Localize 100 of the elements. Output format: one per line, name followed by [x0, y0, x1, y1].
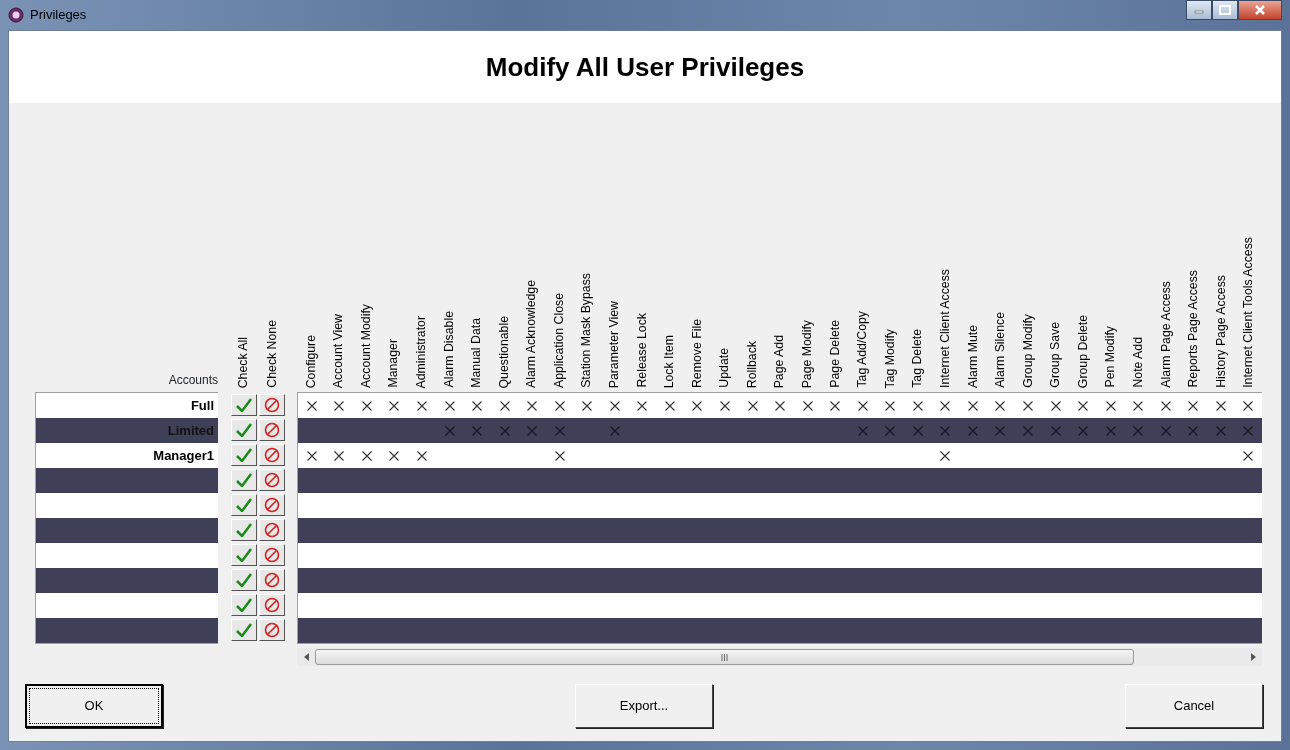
cross-icon	[554, 400, 565, 411]
privilege-cell[interactable]	[1234, 393, 1263, 418]
check-none-button[interactable]	[259, 518, 285, 541]
cross-icon	[444, 425, 455, 436]
privilege-cell[interactable]	[298, 593, 326, 618]
cross-icon	[1105, 425, 1116, 436]
privilege-cell[interactable]	[1234, 593, 1263, 618]
cross-icon	[582, 400, 593, 411]
privilege-cell[interactable]	[1234, 443, 1263, 468]
check-none-button[interactable]	[259, 468, 285, 491]
cross-icon	[416, 400, 427, 411]
privilege-cell[interactable]	[298, 618, 326, 643]
accounts-header: Accounts	[168, 372, 218, 389]
privilege-cell[interactable]	[1234, 618, 1263, 643]
cross-icon	[609, 400, 620, 411]
maximize-button[interactable]	[1212, 0, 1238, 20]
cross-icon	[554, 425, 565, 436]
privilege-cell[interactable]	[1234, 543, 1263, 568]
privilege-cell[interactable]	[298, 468, 326, 493]
privilege-cell[interactable]	[298, 393, 326, 418]
column-header: Alarm Acknowledge	[525, 280, 538, 390]
column-header: Alarm Mute	[966, 325, 979, 390]
privilege-cell[interactable]	[1234, 493, 1263, 518]
privilege-cell[interactable]	[298, 568, 326, 593]
checkmark-icon	[236, 597, 252, 612]
dialog-button[interactable]: Cancel	[1125, 684, 1263, 728]
privilege-cell[interactable]	[298, 543, 326, 568]
cross-icon	[499, 400, 510, 411]
account-name: Limited	[167, 421, 215, 440]
cross-icon	[912, 400, 923, 411]
cross-icon	[1243, 450, 1254, 461]
cross-icon	[416, 450, 427, 461]
window-title: Privileges	[30, 6, 87, 25]
horizontal-scrollbar[interactable]	[297, 648, 1262, 666]
cross-icon	[1133, 425, 1144, 436]
check-none-button[interactable]	[259, 443, 285, 466]
checkmark-icon	[236, 547, 252, 562]
privilege-cell[interactable]	[1234, 468, 1263, 493]
cross-icon	[1188, 400, 1199, 411]
column-header: Administrator	[414, 315, 428, 391]
scrollbar-thumb[interactable]	[315, 649, 1134, 665]
cross-icon	[885, 425, 896, 436]
column-header: Station Mask Bypass	[580, 273, 593, 390]
check-none-button[interactable]	[259, 543, 285, 566]
dialog-button[interactable]: OK	[25, 684, 163, 728]
scroll-left-icon[interactable]	[303, 653, 309, 661]
cross-icon	[940, 425, 951, 436]
column-header: Internet Client Access	[938, 269, 952, 390]
cross-icon	[306, 450, 317, 461]
grip-icon	[721, 653, 728, 661]
close-button[interactable]	[1238, 0, 1282, 20]
privilege-cell[interactable]	[1234, 518, 1263, 543]
no-sign-icon	[264, 446, 280, 463]
check-none-button[interactable]	[259, 418, 285, 441]
no-sign-icon	[264, 621, 280, 638]
check-none-button[interactable]	[259, 568, 285, 591]
check-all-button[interactable]	[231, 418, 257, 441]
privilege-cell[interactable]	[298, 418, 326, 443]
check-all-button[interactable]	[231, 468, 257, 491]
privilege-cell[interactable]	[1234, 418, 1263, 443]
check-all-button[interactable]	[231, 568, 257, 591]
check-none-button[interactable]	[259, 618, 285, 641]
cross-icon	[1160, 400, 1171, 411]
dialog-button[interactable]: Export...	[575, 684, 713, 728]
check-all-button[interactable]	[231, 518, 257, 541]
check-none-button[interactable]	[259, 493, 285, 516]
no-sign-icon	[264, 521, 280, 538]
cross-icon	[967, 425, 978, 436]
check-all-button[interactable]	[231, 543, 257, 566]
check-none-button[interactable]	[259, 593, 285, 616]
cross-icon	[609, 425, 620, 436]
no-sign-icon	[264, 571, 280, 588]
check-all-button[interactable]	[231, 618, 257, 641]
cross-icon	[802, 400, 813, 411]
no-sign-icon	[264, 596, 280, 613]
cross-icon	[637, 400, 648, 411]
dialog-heading: Modify All User Privileges	[485, 50, 805, 84]
check-none-button[interactable]	[259, 393, 285, 416]
column-header: Alarm Disable	[442, 311, 455, 390]
column-header: Account View	[332, 313, 345, 390]
check-all-button[interactable]	[231, 493, 257, 516]
scroll-right-icon[interactable]	[1250, 653, 1256, 661]
column-header: Alarm Silence	[994, 312, 1007, 390]
check-all-button[interactable]	[231, 443, 257, 466]
privilege-cell[interactable]	[298, 443, 326, 468]
check-all-button[interactable]	[231, 593, 257, 616]
column-header: Application Close	[552, 293, 566, 390]
column-header: Check None	[265, 320, 278, 390]
cross-icon	[1078, 425, 1089, 436]
minimize-button[interactable]	[1186, 0, 1212, 20]
privilege-cell[interactable]	[298, 518, 326, 543]
privilege-cell[interactable]	[298, 493, 326, 518]
checkmark-icon	[236, 447, 252, 462]
cross-icon	[527, 400, 538, 411]
check-all-button[interactable]	[231, 393, 257, 416]
app-icon	[8, 7, 24, 23]
column-header: Questionable	[497, 315, 510, 390]
privilege-cell[interactable]	[1234, 568, 1263, 593]
cross-icon	[1243, 425, 1254, 436]
account-name: Manager1	[153, 446, 215, 465]
